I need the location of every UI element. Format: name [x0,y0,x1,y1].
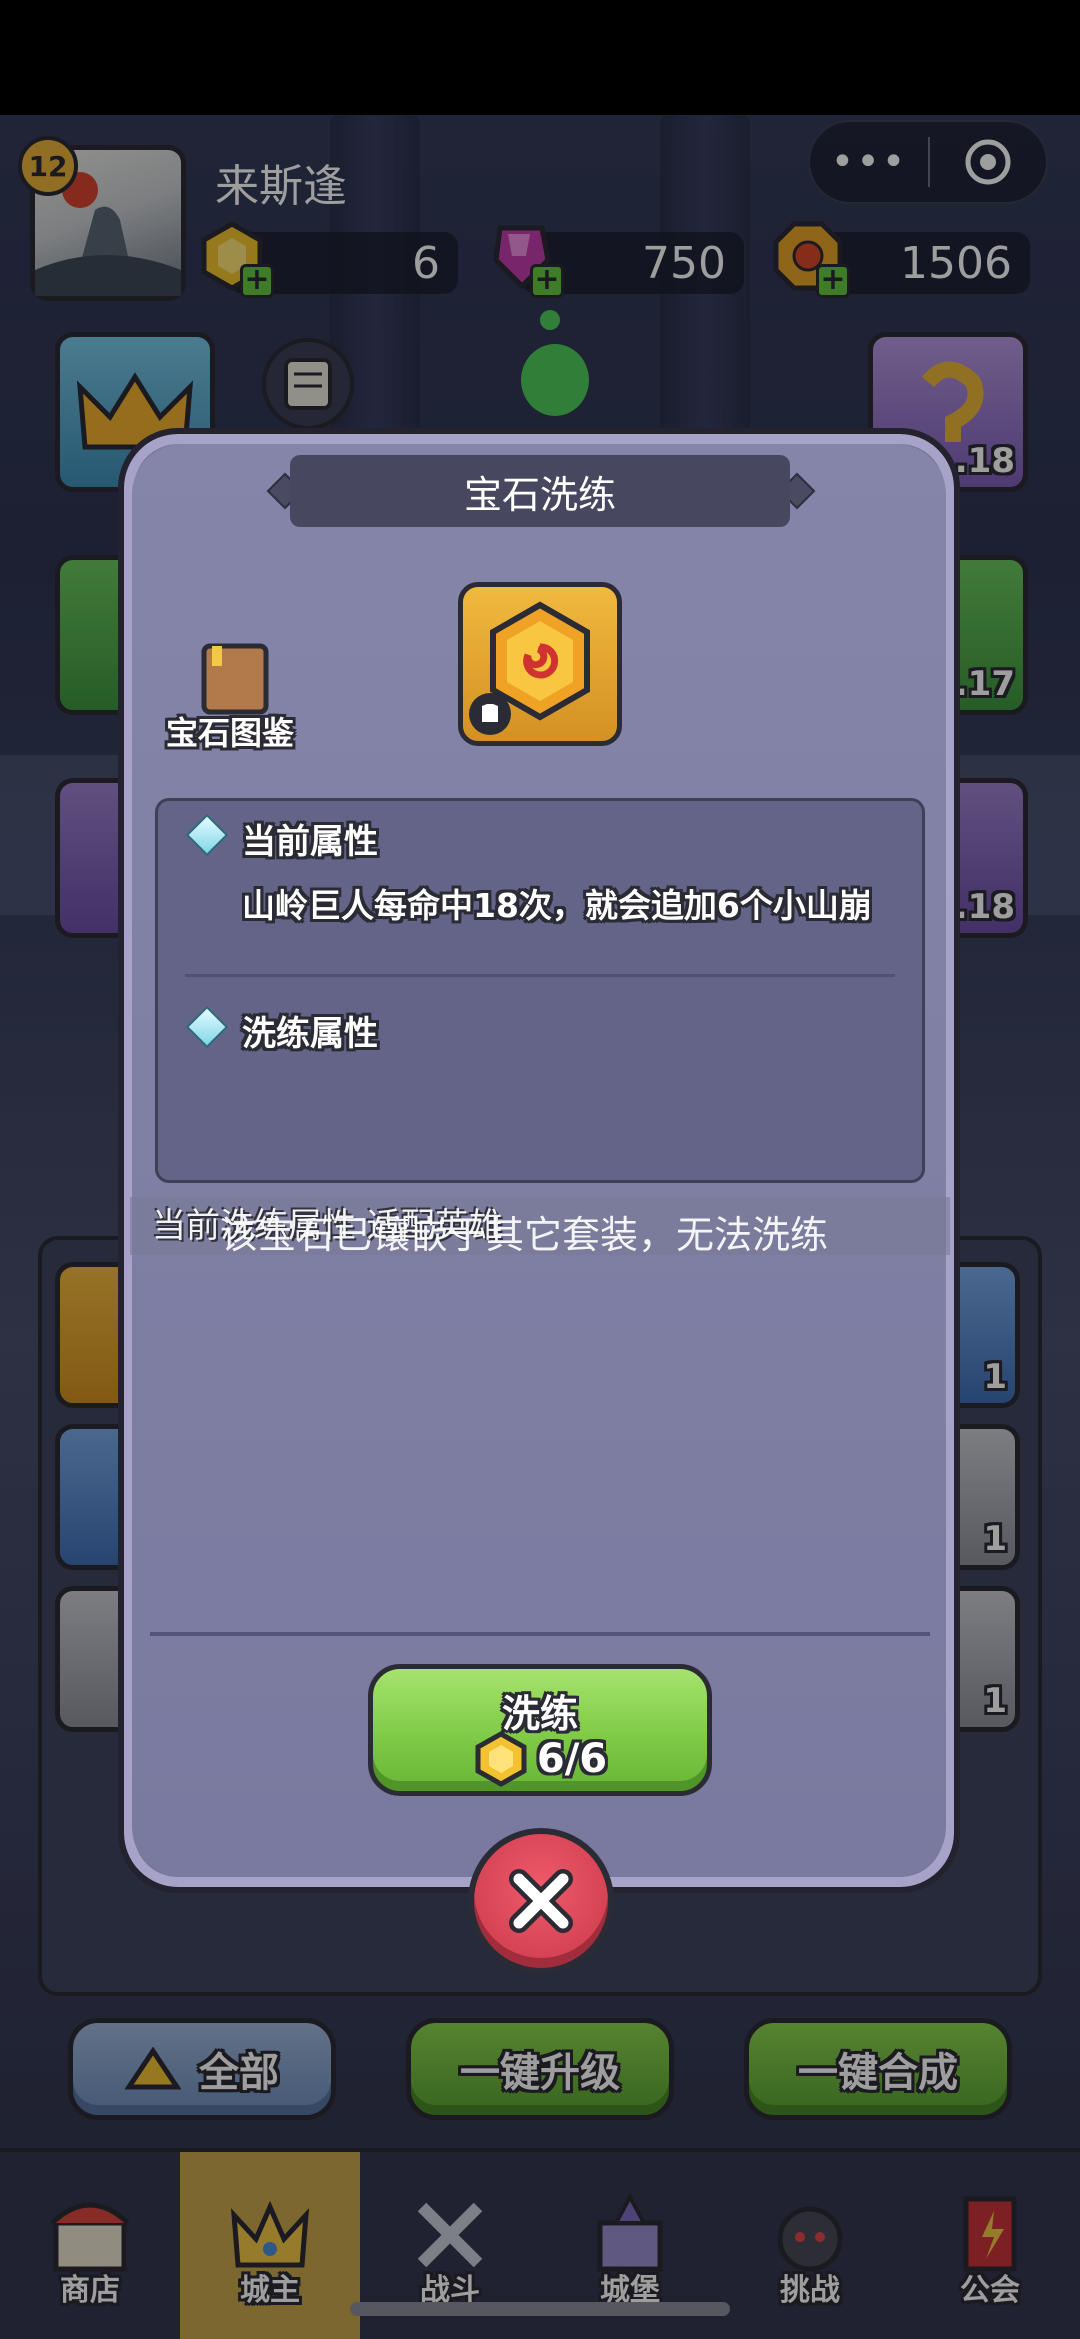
dialog-divider [150,1632,930,1636]
current-attr-title: 当前属性 [242,822,378,862]
close-button[interactable] [468,1828,614,1974]
close-icon [509,1869,573,1933]
yellow-gem-icon [475,1731,527,1787]
dialog-title: 宝石洗练 [290,455,790,527]
current-attr-text: 山岭巨人每命中18次，就会追加6个小山崩 [242,886,872,925]
selected-gem-slot[interactable] [458,582,622,746]
attr-divider [185,974,895,977]
armor-icon [469,693,511,735]
toast-message: 该宝石已镶嵌于其它套装，无法洗练 [220,1213,829,1257]
refine-attr-title: 洗练属性 [242,1014,378,1054]
refine-button[interactable]: 洗练 6/6 [368,1664,712,1796]
refine-cost: 6/6 [373,1731,707,1787]
refine-button-label: 洗练 [501,1692,578,1736]
gem-codex-label: 宝石图鉴 [166,714,295,752]
refine-cost-value: 6/6 [536,1736,608,1782]
